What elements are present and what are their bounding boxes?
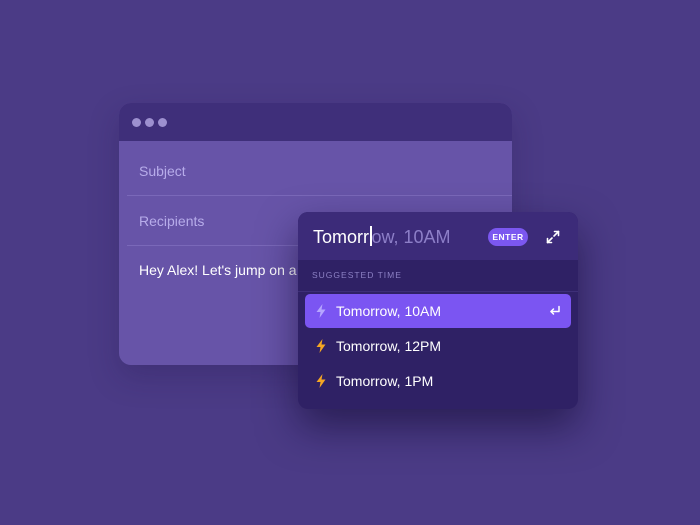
section-divider [298,291,578,292]
expand-button[interactable] [541,225,565,249]
window-titlebar [119,103,512,141]
suggestion-label: Tomorrow, 12PM [336,338,442,354]
bolt-icon [316,374,326,388]
suggestion-option[interactable]: Tomorrow, 12PM [305,329,571,363]
return-icon [550,305,560,315]
expand-icon [546,230,560,244]
recipients-placeholder: Recipients [139,213,205,229]
suggestion-label: Tomorrow, 10AM [336,303,442,319]
autocomplete-suggestion: ow, 10AM [371,227,451,247]
schedule-popup: Tomorr ow, 10AM ENTER SUGGESTED TIME Tomo… [298,212,578,409]
suggestion-option[interactable]: Tomorrow, 1PM [305,364,571,398]
subject-field[interactable]: Subject [127,145,512,196]
window-dot-icon[interactable] [132,118,141,127]
window-dot-icon[interactable] [145,118,154,127]
popup-header: Tomorr ow, 10AM ENTER [298,212,578,260]
section-label: SUGGESTED TIME [312,270,402,280]
subject-placeholder: Subject [139,163,186,179]
bolt-icon [316,339,326,353]
bolt-icon [316,304,326,318]
suggestion-label: Tomorrow, 1PM [336,373,434,389]
window-dot-icon[interactable] [158,118,167,127]
suggestion-option[interactable]: Tomorrow, 10AM [305,294,571,328]
time-input[interactable]: Tomorr ow, 10AM [313,225,451,249]
enter-button[interactable]: ENTER [488,228,528,246]
typed-text: Tomorr [313,227,370,247]
message-body[interactable]: Hey Alex! Let's jump on a [139,262,297,278]
